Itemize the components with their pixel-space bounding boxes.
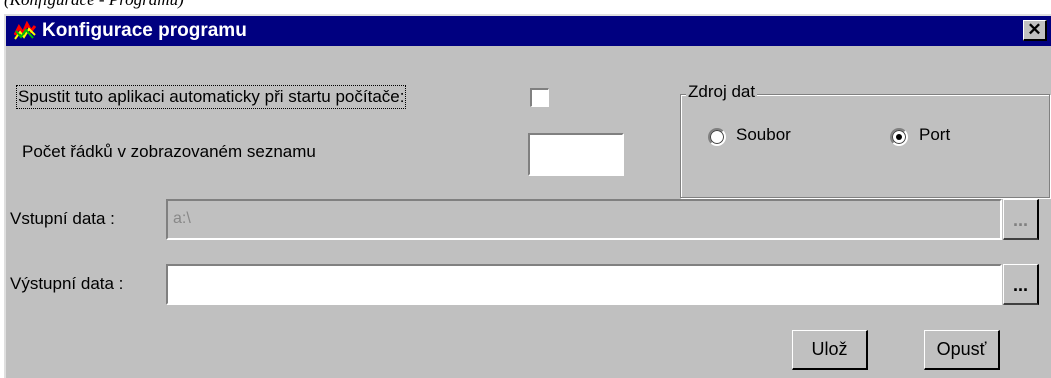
radio-port-label[interactable]: Port	[919, 125, 950, 145]
input-data-browse-label: ...	[1012, 210, 1028, 230]
window-title: Konfigurace programu	[42, 20, 247, 41]
exit-button-label: Opusť	[936, 339, 987, 359]
input-data-value: a:\	[173, 210, 191, 227]
autostart-checkbox[interactable]	[530, 88, 549, 107]
input-data-label: Vstupní data :	[10, 209, 115, 228]
exit-button[interactable]: Opusť	[924, 330, 1000, 370]
radio-soubor-label[interactable]: Soubor	[736, 125, 791, 145]
radio-port[interactable]	[890, 128, 908, 146]
rows-count-label: Počet řádků v zobrazovaném seznamu	[22, 142, 316, 161]
output-data-label: Výstupní data :	[10, 274, 124, 293]
app-icon	[14, 21, 36, 40]
autostart-label[interactable]: Spustit tuto aplikaci automaticky při st…	[15, 85, 407, 109]
save-button[interactable]: Ulož	[792, 330, 868, 370]
data-source-legend: Zdroj dat	[686, 82, 758, 102]
rows-count-input[interactable]	[528, 133, 624, 176]
output-data-field[interactable]	[166, 264, 1002, 305]
input-data-browse-button[interactable]: ...	[1003, 199, 1039, 240]
output-data-browse-button[interactable]: ...	[1003, 264, 1039, 305]
figure-caption: (Konfigurace - Programu)	[4, 0, 184, 10]
radio-port-selected-dot	[896, 134, 902, 140]
radio-soubor[interactable]	[708, 128, 726, 146]
close-button[interactable]: ✕	[1023, 20, 1047, 41]
config-dialog: Konfigurace programu ✕ Spustit tuto apli…	[4, 14, 1051, 378]
save-button-label: Ulož	[811, 339, 848, 359]
close-icon: ✕	[1027, 20, 1042, 39]
output-data-browse-label: ...	[1012, 275, 1028, 295]
data-source-group	[680, 94, 1050, 198]
title-bar: Konfigurace programu ✕	[6, 16, 1051, 46]
input-data-field[interactable]: a:\	[166, 199, 1002, 240]
